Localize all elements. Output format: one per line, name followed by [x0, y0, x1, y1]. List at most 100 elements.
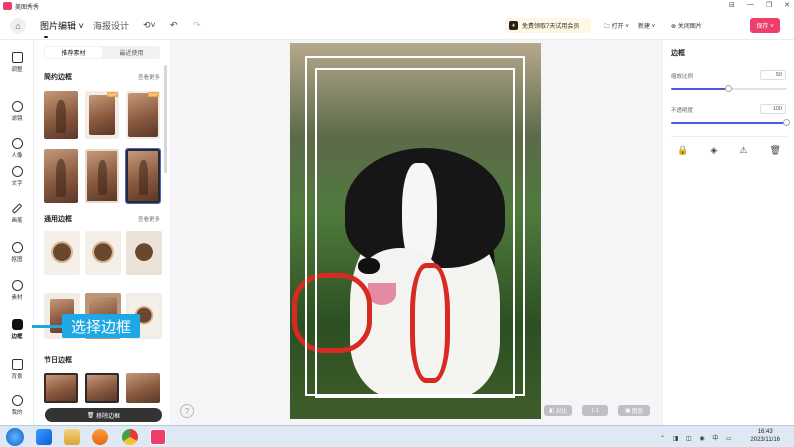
zoom-actual-button[interactable]: 1:1 — [582, 405, 608, 416]
frame-thumbnail[interactable] — [85, 231, 121, 275]
divider — [671, 136, 787, 137]
opacity-slider[interactable] — [671, 119, 790, 126]
opacity-input[interactable]: 100 — [760, 104, 786, 114]
frame-thumbnail[interactable] — [126, 373, 160, 403]
scale-input[interactable]: 50 — [760, 70, 786, 80]
rail-label: 我的 — [11, 410, 23, 416]
callout-pointer — [32, 325, 62, 328]
properties-panel: 边框 缩放比例 50 不透明度 100 🔒 ◈ ⚠ 🗑 — [662, 40, 794, 425]
svip-badge: SVIP — [147, 92, 159, 97]
user-icon — [11, 395, 23, 406]
rail-label: 滤镜 — [11, 116, 23, 122]
minimize-button[interactable]: — — [747, 1, 754, 9]
media-player-icon[interactable] — [92, 429, 108, 445]
thumbnail-photo — [128, 93, 158, 137]
ie-icon[interactable] — [36, 429, 52, 445]
tab-recommended[interactable]: 推荐素材 — [45, 47, 102, 58]
thumbnail-figure — [97, 160, 107, 195]
rail-label: 文字 — [11, 181, 23, 187]
frame-thumbnail[interactable] — [85, 149, 119, 203]
title-bar: 美图秀秀 ⊟ — ❐ ✕ — [0, 0, 794, 12]
redo-icon[interactable]: ↷ — [193, 20, 201, 31]
see-more-link[interactable]: 查看更多 — [138, 215, 160, 223]
portrait-icon — [11, 138, 23, 149]
select-frame-callout: 选择边框 — [62, 314, 140, 338]
thumbnail-figure — [55, 158, 67, 197]
rail-item-text[interactable]: 文字 — [0, 166, 34, 187]
delete-icon[interactable]: 🗑 — [770, 145, 781, 156]
close-image-label: 关闭图片 — [677, 24, 702, 30]
see-more-link[interactable]: 查看更多 — [138, 73, 160, 81]
maximize-button[interactable]: ❐ — [766, 1, 772, 9]
rail-item-mine[interactable]: 我的 — [0, 395, 34, 416]
new-button[interactable]: 新建 ˅ — [638, 21, 655, 30]
rail-item-background[interactable]: 背景 — [0, 359, 34, 380]
explorer-icon[interactable] — [64, 429, 80, 445]
scale-slider-knob[interactable] — [725, 85, 732, 92]
tab-image-edit[interactable]: 图片编辑 ˅ — [40, 19, 84, 32]
vip-promo-label: 免费领取7天试用会员 — [522, 24, 580, 30]
remove-frame-button[interactable]: 🗑 移除边框 — [45, 408, 162, 422]
home-button[interactable]: ⌂ — [10, 18, 26, 34]
canvas-photo[interactable] — [290, 43, 541, 419]
frame-thumbnail[interactable] — [126, 231, 162, 275]
sliders-icon — [11, 52, 23, 63]
rail-item-filter[interactable]: 滤镜 — [0, 101, 34, 122]
rail-item-sticker[interactable]: 素材 — [0, 280, 34, 301]
chrome-icon[interactable] — [122, 429, 138, 445]
frame-thumbnail[interactable]: SVIP — [126, 91, 160, 139]
undo-icon[interactable]: ↶ — [170, 20, 178, 31]
system-tray[interactable]: ⌃ ◨ ◫ ◉ 中 ▭ — [660, 433, 735, 442]
rail-label: 画笔 — [11, 218, 23, 224]
rail-item-frame[interactable]: 边框 — [0, 319, 34, 340]
scale-slider[interactable] — [671, 85, 787, 92]
history-icon[interactable]: ⟲˅ — [143, 20, 156, 31]
vip-promo-button[interactable]: ♦ 免费领取7天试用会员 — [505, 18, 591, 33]
rail-label: 抠图 — [11, 257, 23, 263]
frame-thumbnail[interactable]: SVIP — [85, 91, 119, 139]
help-button[interactable]: ? — [180, 404, 194, 418]
skin-button[interactable]: ⊟ — [729, 1, 735, 9]
windows-taskbar: ⌃ ◨ ◫ ◉ 中 ▭ 16:43 2023/11/16 — [0, 425, 794, 447]
frame-thumbnail[interactable] — [85, 373, 119, 403]
rail-item-adjust[interactable]: 调整 — [0, 52, 34, 73]
panel-scrollbar[interactable] — [164, 65, 167, 173]
start-button[interactable] — [6, 428, 24, 446]
layers-button[interactable]: ▣ 图层 — [618, 405, 650, 416]
tab-poster-design[interactable]: 海报设计 — [93, 19, 129, 32]
layer-icon[interactable]: ◈ — [710, 145, 717, 156]
home-icon: ⌂ — [15, 21, 21, 31]
tab-recent[interactable]: 最近使用 — [103, 46, 160, 59]
frame-thumbnail[interactable] — [44, 91, 78, 139]
frame-thumbnail[interactable] — [44, 373, 78, 403]
active-tab-indicator — [44, 36, 48, 38]
open-button[interactable]: 🗀 打开 ˅ — [604, 21, 629, 32]
frame-thumbnail-selected[interactable] — [125, 148, 161, 204]
app-logo-icon — [3, 2, 12, 10]
frame-thumbnail[interactable] — [44, 149, 78, 203]
section-title: 节日边框 — [44, 357, 72, 364]
top-toolbar: ⌂ 图片编辑 ˅ 海报设计 ⟲˅ ↶ ↷ ♦ 免费领取7天试用会员 🗀 打开 ˅… — [0, 12, 794, 40]
lock-icon[interactable]: 🔒 — [677, 145, 688, 156]
compare-label: 对比 — [555, 408, 567, 415]
flip-icon[interactable]: ⚠ — [739, 145, 747, 156]
rail-item-portrait[interactable]: 人像 — [0, 138, 34, 159]
app-window: 美图秀秀 ⊟ — ❐ ✕ ⌂ 图片编辑 ˅ 海报设计 ⟲˅ ↶ ↷ ♦ 免费领取… — [0, 0, 794, 425]
opacity-slider-knob[interactable] — [783, 119, 790, 126]
open-label: 打开 ˅ — [611, 24, 629, 30]
rail-item-cutout[interactable]: 抠图 — [0, 242, 34, 263]
rail-label: 背景 — [11, 374, 23, 380]
close-image-button[interactable]: ⊗ 关闭图片 — [671, 21, 702, 30]
clock[interactable]: 16:43 2023/11/16 — [750, 428, 780, 444]
compare-button[interactable]: ◧ 对比 — [544, 405, 572, 416]
remove-frame-label: 移除边框 — [96, 413, 121, 420]
close-button[interactable]: ✕ — [784, 1, 790, 9]
rail-item-brush[interactable]: 画笔 — [0, 203, 34, 224]
material-tabs: 推荐素材 最近使用 — [44, 46, 160, 59]
frame-inner-rect — [315, 68, 515, 398]
frame-thumbnail[interactable] — [44, 231, 80, 275]
scale-slider-fill — [671, 88, 729, 90]
save-button[interactable]: 保存 ˅ — [750, 18, 780, 33]
meitu-taskbar-icon[interactable] — [150, 429, 166, 445]
sticker-icon — [11, 280, 23, 291]
